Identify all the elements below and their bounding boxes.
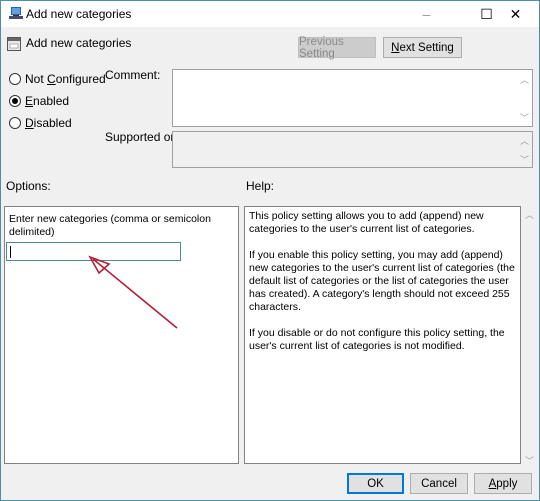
- radio-label: Enabled: [25, 94, 70, 108]
- maximize-icon: ☐: [480, 5, 493, 22]
- minimize-icon: –: [422, 6, 431, 22]
- next-setting-label: Next Setting: [391, 41, 454, 54]
- scroll-up-icon[interactable]: ︿: [520, 73, 529, 86]
- apply-button[interactable]: Apply: [474, 473, 532, 494]
- help-paragraph: If you disable or do not configure this …: [249, 327, 505, 352]
- radio-not-configured[interactable]: Not Configured: [9, 72, 106, 86]
- radio-enabled[interactable]: Enabled: [9, 94, 69, 108]
- annotation-arrow-icon: [88, 255, 178, 329]
- supported-on-box: ︿ ﹀: [172, 131, 533, 168]
- ok-button[interactable]: OK: [347, 473, 404, 494]
- help-label: Help:: [246, 179, 275, 193]
- help-panel: This policy setting allows you to add (a…: [244, 206, 521, 464]
- help-paragraph: If you enable this policy setting, you m…: [249, 249, 515, 313]
- help-scroll-down-icon[interactable]: ﹀: [525, 454, 536, 467]
- radio-label: Not Configured: [25, 72, 106, 86]
- cancel-button[interactable]: Cancel: [410, 473, 468, 494]
- options-label: Options:: [6, 179, 51, 193]
- comment-textarea[interactable]: ︿ ﹀: [172, 69, 533, 127]
- scroll-down-icon[interactable]: ﹀: [520, 153, 529, 166]
- previous-setting-button[interactable]: Previous Setting: [298, 35, 376, 60]
- group-policy-icon: [9, 7, 23, 19]
- radio-label: Disabled: [25, 116, 72, 130]
- supported-on-label: Supported on:: [105, 130, 181, 144]
- dialog-window: Add new categories – ☐ ✕ Add new categor…: [0, 0, 540, 501]
- scroll-down-icon[interactable]: ﹀: [520, 111, 529, 124]
- next-setting-button[interactable]: Next Setting: [383, 37, 462, 58]
- categories-input-label: Enter new categories (comma or semicolon…: [9, 213, 211, 238]
- radio-disabled[interactable]: Disabled: [9, 116, 72, 130]
- close-button[interactable]: ✕: [493, 1, 538, 27]
- comment-label: Comment:: [105, 68, 161, 82]
- window-title: Add new categories: [26, 7, 132, 21]
- ok-label: OK: [367, 477, 384, 490]
- apply-label: Apply: [488, 477, 518, 490]
- minimize-button[interactable]: –: [404, 1, 449, 27]
- title-bar[interactable]: Add new categories – ☐ ✕: [1, 1, 539, 27]
- radio-circle: [9, 73, 21, 85]
- scroll-up-icon[interactable]: ︿: [520, 134, 529, 147]
- help-scroll-up-icon[interactable]: ︿: [525, 208, 536, 221]
- previous-setting-label: Previous Setting: [299, 35, 344, 60]
- setting-header: Add new categories Previous Setting Next…: [1, 27, 539, 63]
- radio-circle: [9, 117, 21, 129]
- help-paragraph: This policy setting allows you to add (a…: [249, 210, 484, 235]
- close-icon: ✕: [509, 5, 522, 22]
- cancel-label: Cancel: [421, 477, 457, 490]
- policy-setting-icon: [7, 37, 21, 51]
- setting-title: Add new categories: [26, 36, 132, 50]
- radio-circle-checked: [9, 95, 21, 107]
- text-caret: [10, 246, 11, 258]
